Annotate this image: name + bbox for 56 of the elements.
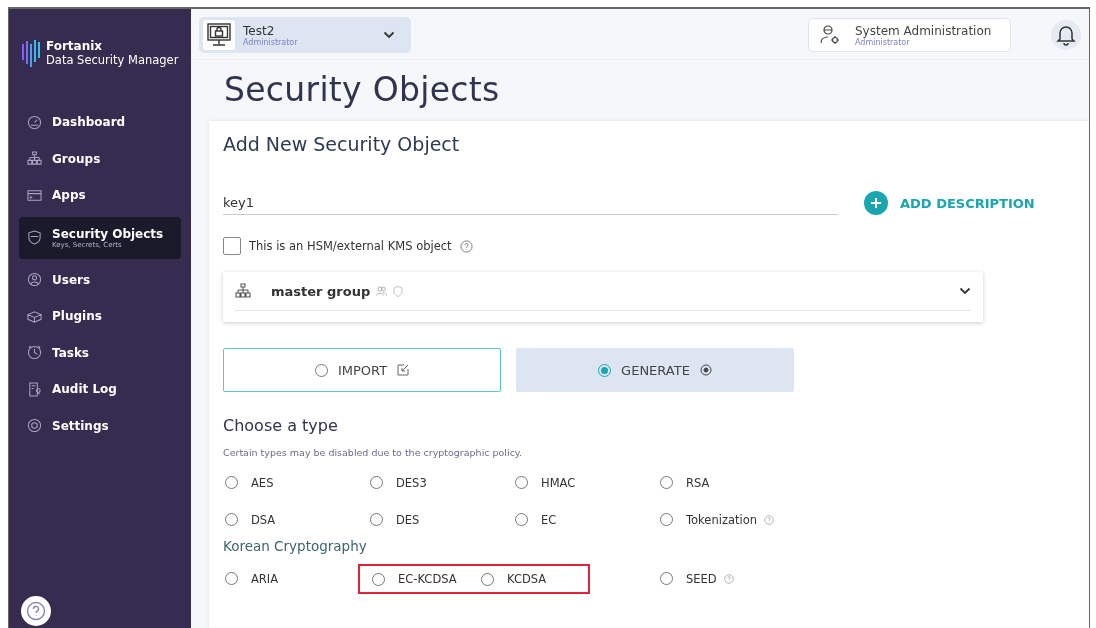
clock-icon <box>27 345 42 361</box>
type-option[interactable]: DES <box>368 501 513 538</box>
help-button[interactable] <box>21 596 51 626</box>
type-option[interactable]: ARIA <box>223 560 368 597</box>
audit-icon <box>27 381 42 397</box>
type-option[interactable]: DES3 <box>368 464 513 501</box>
target-icon <box>699 364 712 376</box>
logo-icon <box>21 38 41 68</box>
system-administration-button[interactable]: System Administration Administrator <box>808 18 1011 52</box>
product-name: Data Security Manager <box>46 53 179 67</box>
sidebar-item[interactable]: Groups <box>19 141 181 176</box>
plugin-icon <box>27 308 42 324</box>
sidebar-item[interactable]: Apps <box>19 178 181 213</box>
type-option[interactable]: HMAC <box>513 464 658 501</box>
chevron-down-icon <box>959 287 971 295</box>
users-icon <box>376 286 388 296</box>
type-option[interactable]: RSA <box>658 464 803 501</box>
checkbox-label: This is an HSM/external KMS object <box>249 239 452 253</box>
type-option[interactable]: EC-KCDSA <box>370 566 479 592</box>
dash-icon <box>27 114 42 130</box>
sidebar-item[interactable]: Audit Log <box>19 372 181 407</box>
section-heading: Korean Cryptography <box>223 538 368 556</box>
checkbox[interactable] <box>223 237 241 255</box>
section-heading: Choose a type <box>223 416 339 435</box>
type-option[interactable]: SEED <box>658 560 803 597</box>
policy-note: Certain types may be disabled due to the cryptographic policy. <box>223 447 524 458</box>
form-title: Add New Security Object <box>223 133 461 155</box>
account-switcher[interactable]: Test2 Administrator <box>199 17 411 53</box>
brand-name: Fortanix <box>46 39 104 53</box>
type-option[interactable]: DSA <box>223 501 368 538</box>
type-option[interactable]: Tokenization <box>658 501 803 538</box>
type-option[interactable]: EC <box>513 501 658 538</box>
type-option[interactable]: AES <box>223 464 368 501</box>
type-option[interactable]: KCDSA <box>479 566 588 592</box>
user-icon <box>27 272 42 288</box>
page-title: Security Objects <box>224 70 501 109</box>
shield-icon <box>27 230 42 245</box>
group-dropdown[interactable]: master group <box>223 272 983 322</box>
notifications-button[interactable] <box>1051 20 1081 50</box>
computer-lock-icon <box>206 22 232 48</box>
plus-icon <box>864 191 888 215</box>
mode-option[interactable]: IMPORT <box>223 348 501 392</box>
chevron-down-icon <box>383 31 395 39</box>
help-icon <box>459 239 473 253</box>
sidebar-item[interactable]: Tasks <box>19 335 181 370</box>
sidebar-item[interactable]: Settings <box>19 408 181 443</box>
shield-icon <box>393 285 404 297</box>
mode-option[interactable]: GENERATE <box>516 348 794 392</box>
sidebar-item[interactable]: Users <box>19 262 181 297</box>
sidebar-item[interactable]: Plugins <box>19 299 181 334</box>
import-icon <box>397 364 410 376</box>
groups-icon <box>27 151 42 167</box>
apps-icon <box>27 187 42 203</box>
sidebar-item[interactable]: Dashboard <box>19 105 181 140</box>
hierarchy-icon <box>235 283 251 299</box>
group-name: master group <box>271 283 371 299</box>
